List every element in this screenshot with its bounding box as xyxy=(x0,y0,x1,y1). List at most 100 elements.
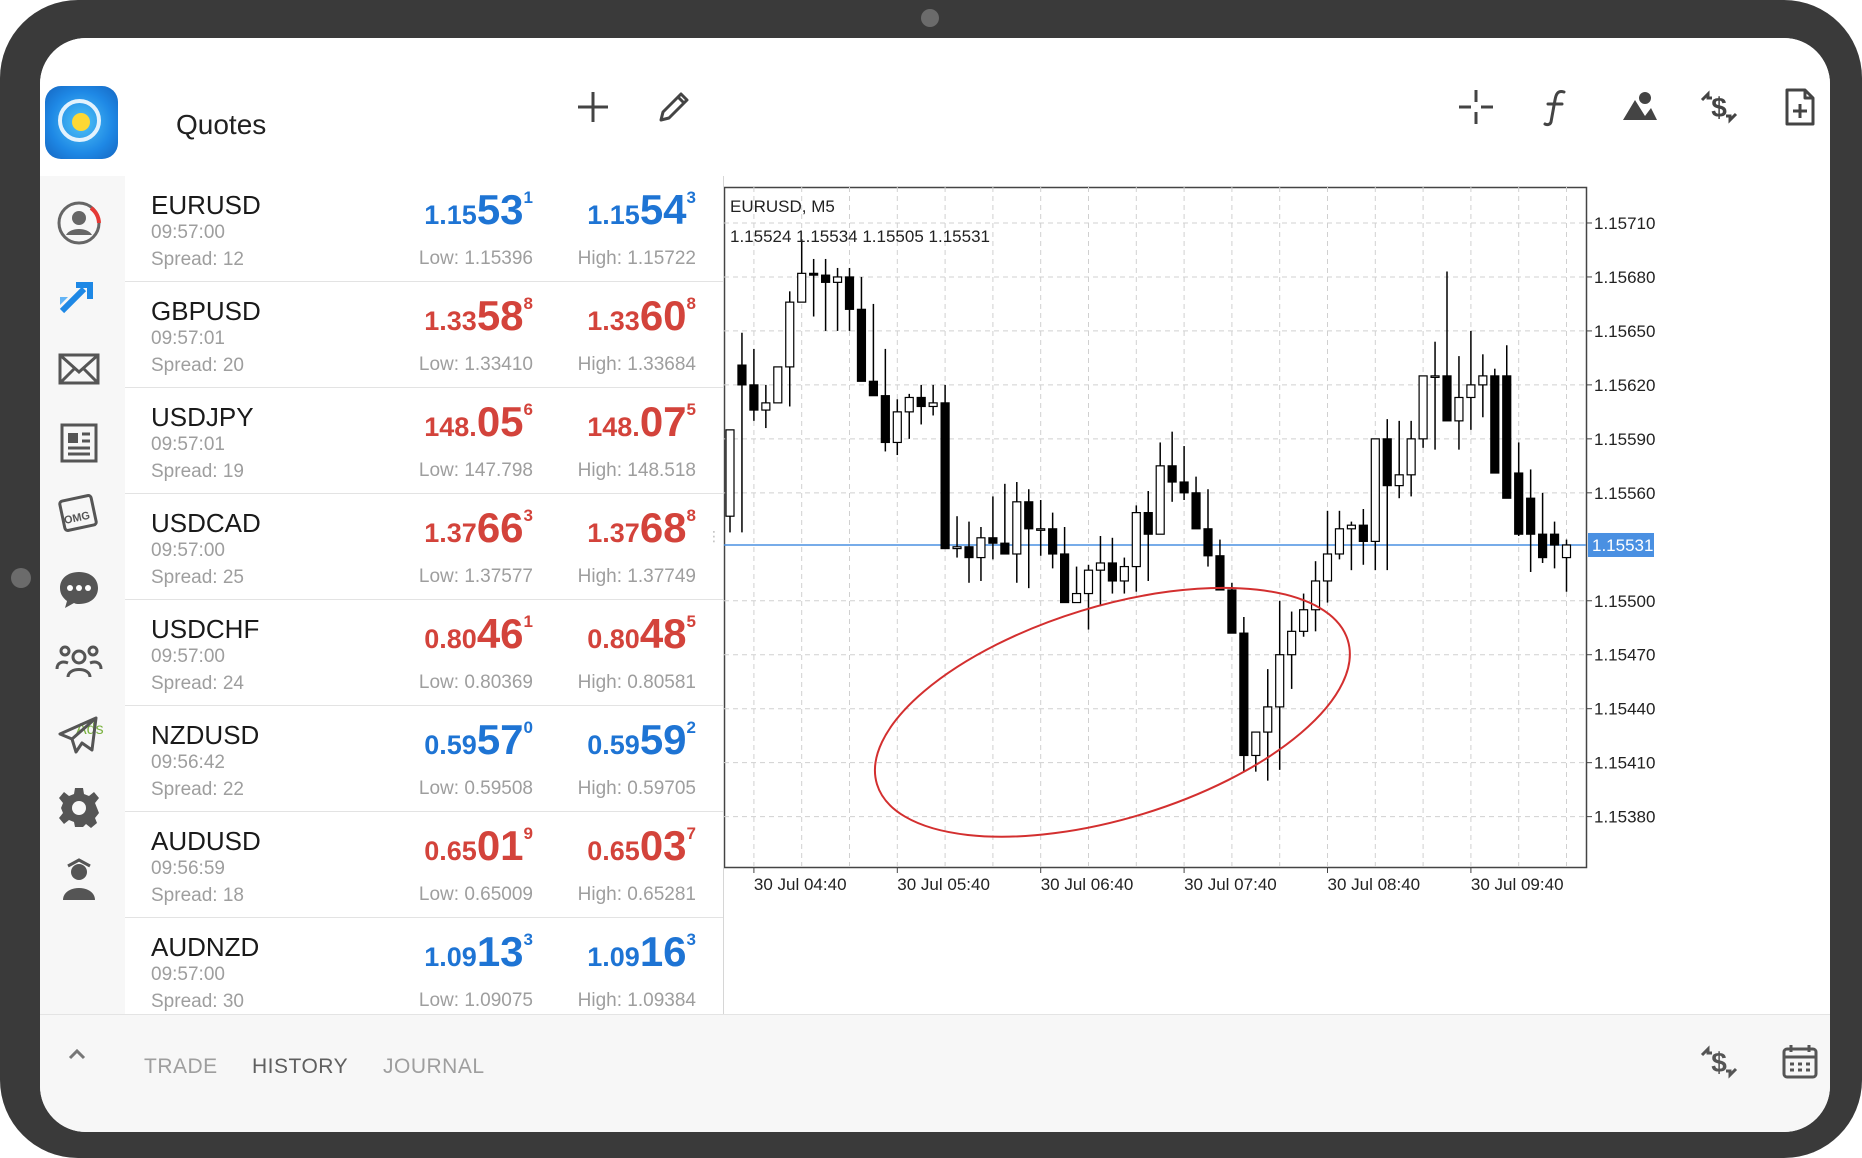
new-order-icon[interactable] xyxy=(1777,84,1823,130)
trade-icon[interactable]: $ xyxy=(1696,84,1742,130)
quotes-list: EURUSD 09:57:00 Spread: 12 1.15531 1.15543 Lo… xyxy=(125,176,723,1014)
y-tick-label: 1.15380 xyxy=(1594,808,1655,827)
objects-icon[interactable] xyxy=(1615,84,1661,130)
bear-candle xyxy=(1358,524,1368,542)
calendar-icon[interactable] xyxy=(1777,1039,1823,1085)
edit-symbols-icon[interactable] xyxy=(651,84,697,130)
price-sup: 5 xyxy=(686,400,696,419)
quote-ask-price[interactable]: 1.37688 xyxy=(587,504,696,552)
quote-ask-price[interactable]: 1.09163 xyxy=(587,928,696,976)
quote-ask-price[interactable]: 0.65037 xyxy=(587,822,696,870)
quote-symbol: USDCHF xyxy=(151,614,260,644)
quote-row-audusd[interactable]: AUDUSD 09:56:59 Spread: 18 0.65019 0.65037 Lo… xyxy=(125,812,723,918)
price-pre: 1.33 xyxy=(587,306,640,336)
calendar-ads-icon[interactable]: OMG xyxy=(54,488,104,538)
tab-history[interactable]: HISTORY xyxy=(252,1055,348,1079)
price-big: 57 xyxy=(476,716,524,763)
quote-ask-price[interactable]: 148.075 xyxy=(587,398,696,446)
left-nav: OMG Ads xyxy=(40,176,125,1014)
bull-candle xyxy=(1287,630,1297,656)
price-pre: 1.09 xyxy=(587,942,640,972)
bull-candle xyxy=(1346,524,1357,530)
quote-row-eurusd[interactable]: EURUSD 09:57:00 Spread: 12 1.15531 1.15543 Lo… xyxy=(125,176,723,282)
panel-drag-handle-icon[interactable]: ⋮⋮ xyxy=(707,529,735,553)
tablet-frame: Quotes $ OMG Ads EURUSD 09:57:00 Spread:… xyxy=(0,0,1862,1158)
quote-row-usdchf[interactable]: USDCHF 09:57:00 Spread: 24 0.80461 0.80485 Lo… xyxy=(125,600,723,706)
chevron-up-icon[interactable] xyxy=(62,1039,92,1069)
bull-candle xyxy=(1394,474,1404,487)
y-tick-label: 1.15680 xyxy=(1594,268,1655,287)
price-pre: 0.80 xyxy=(587,624,640,654)
quote-bid-price[interactable]: 0.65019 xyxy=(424,822,533,870)
price-pre: 1.33 xyxy=(424,306,477,336)
quote-bid-price[interactable]: 148.056 xyxy=(424,398,533,446)
quote-bid-price[interactable]: 1.15531 xyxy=(424,186,533,234)
traders-icon[interactable] xyxy=(54,856,104,906)
price-big: 05 xyxy=(476,398,524,445)
telegram-icon[interactable] xyxy=(54,710,104,760)
quote-bid-price[interactable]: 0.59570 xyxy=(424,716,533,764)
quotes-arrows-icon[interactable] xyxy=(54,271,104,321)
quote-symbol: USDCAD xyxy=(151,508,261,538)
x-tick-label: 30 Jul 09:40 xyxy=(1471,875,1564,894)
price-big: 58 xyxy=(476,292,524,339)
quote-high: High: 0.59705 xyxy=(577,778,696,799)
price-sup: 5 xyxy=(686,612,696,631)
price-pre: 148. xyxy=(424,412,477,442)
bull-candle xyxy=(1466,384,1476,399)
quote-high: High: 1.15722 xyxy=(577,248,696,269)
community-icon[interactable] xyxy=(54,637,104,687)
quote-row-nzdusd[interactable]: NZDUSD 09:56:42 Spread: 22 0.59570 0.59592 Lo… xyxy=(125,706,723,812)
settings-icon[interactable] xyxy=(54,783,104,833)
bear-candle xyxy=(820,274,831,283)
chat-icon[interactable] xyxy=(54,564,104,614)
quote-row-usdjpy[interactable]: USDJPY 09:57:01 Spread: 19 148.056 148.075 Lo… xyxy=(125,388,723,494)
price-big: 66 xyxy=(476,504,524,551)
y-tick-label: 1.15710 xyxy=(1594,214,1655,233)
quote-row-gbpusd[interactable]: GBPUSD 09:57:01 Spread: 20 1.33588 1.33608 Lo… xyxy=(125,282,723,388)
x-tick-label: 30 Jul 06:40 xyxy=(1041,875,1134,894)
add-symbol-icon[interactable] xyxy=(570,84,616,130)
bear-candle xyxy=(1514,472,1524,535)
quote-spread: Spread: 24 xyxy=(151,673,244,694)
bear-candle xyxy=(844,276,855,310)
quote-ask-price[interactable]: 0.80485 xyxy=(587,610,696,658)
news-icon[interactable] xyxy=(54,417,104,467)
quote-bid-price[interactable]: 1.09133 xyxy=(424,928,533,976)
indicators-icon[interactable] xyxy=(1534,84,1580,130)
bear-candle xyxy=(1239,632,1249,757)
top-bar: Quotes $ xyxy=(40,38,1830,176)
tab-journal[interactable]: JOURNAL xyxy=(383,1055,485,1079)
price-chart[interactable]: 1.15710 1.15680 1.15650 1.15620 1.15590 1.155… xyxy=(724,176,1830,1014)
quote-bid-price[interactable]: 0.80461 xyxy=(424,610,533,658)
quote-ask-price[interactable]: 1.33608 xyxy=(587,292,696,340)
trade-icon[interactable]: $ xyxy=(1696,1039,1742,1085)
quote-bid-price[interactable]: 1.33588 xyxy=(424,292,533,340)
mail-icon[interactable] xyxy=(54,344,104,394)
crosshair-icon[interactable] xyxy=(1453,84,1499,130)
bear-candle xyxy=(916,396,926,408)
app-logo-icon[interactable] xyxy=(45,86,118,159)
quote-ask-price[interactable]: 0.59592 xyxy=(587,716,696,764)
price-sup: 0 xyxy=(523,718,533,737)
price-sup: 3 xyxy=(523,930,533,949)
quote-time: 09:56:59 xyxy=(151,858,225,879)
screen: Quotes $ OMG Ads EURUSD 09:57:00 Spread:… xyxy=(40,38,1830,1132)
quote-low: Low: 147.798 xyxy=(418,460,533,481)
svg-text:$: $ xyxy=(1711,1047,1727,1078)
bull-candle xyxy=(1430,375,1440,378)
bear-candle xyxy=(1167,465,1177,483)
quote-row-usdcad[interactable]: USDCAD 09:57:00 Spread: 25 1.37663 1.37688 Lo… xyxy=(125,494,723,600)
quote-bid-price[interactable]: 1.37663 xyxy=(424,504,533,552)
account-icon[interactable] xyxy=(54,198,104,248)
quote-high: High: 0.80581 xyxy=(577,672,696,693)
price-sup: 8 xyxy=(686,294,696,313)
price-pre: 0.65 xyxy=(424,836,477,866)
bull-candle xyxy=(1263,706,1273,733)
tab-trade[interactable]: TRADE xyxy=(144,1055,218,1079)
x-tick-label: 30 Jul 08:40 xyxy=(1328,875,1421,894)
bull-candle xyxy=(1322,553,1333,582)
quote-ask-price[interactable]: 1.15543 xyxy=(587,186,696,234)
bull-candle xyxy=(1251,731,1261,757)
quote-row-audnzd[interactable]: AUDNZD 09:57:00 Spread: 30 1.09133 1.09163 Lo… xyxy=(125,918,723,1014)
